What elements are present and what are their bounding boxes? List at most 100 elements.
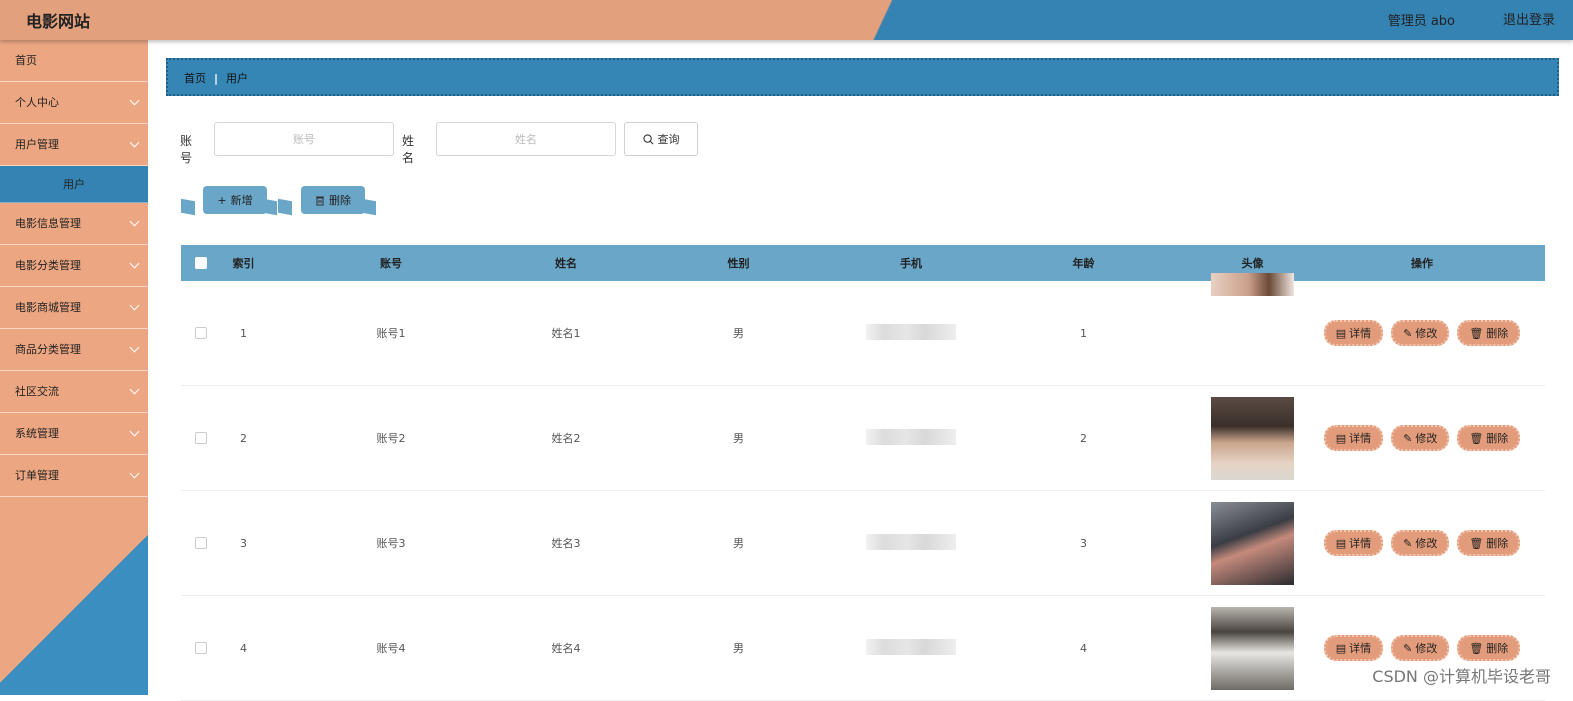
document-icon: ▤: [1336, 537, 1346, 550]
name-search-input[interactable]: [436, 122, 616, 156]
document-icon: ▤: [1336, 642, 1346, 655]
detail-button[interactable]: ▤详情: [1324, 635, 1383, 661]
delete-button-label: 删除: [1486, 640, 1508, 656]
cell-index: 2: [221, 432, 266, 445]
phone-redacted: [866, 324, 956, 340]
pencil-icon: ✎: [1403, 432, 1412, 445]
cell-account: 账号1: [266, 325, 516, 341]
sidebar-item-home[interactable]: 首页: [0, 40, 148, 82]
batch-delete-button[interactable]: 删除: [278, 186, 376, 214]
chevron-up-icon: [130, 138, 140, 148]
select-all-checkbox[interactable]: [195, 257, 207, 269]
chevron-down-icon: [130, 259, 140, 269]
chevron-down-icon: [130, 217, 140, 227]
cell-age: 4: [961, 642, 1206, 655]
add-button[interactable]: + 新增: [181, 186, 277, 214]
column-header: 头像: [1206, 255, 1299, 271]
avatar-image: [1211, 502, 1294, 585]
breadcrumb: 首页|用户: [166, 58, 1559, 96]
sidebar-item-community[interactable]: 社区交流: [0, 371, 148, 413]
cell-gender: 男: [616, 430, 861, 446]
sidebar-item-movie-mall[interactable]: 电影商城管理: [0, 287, 148, 329]
sidebar-item-label: 商品分类管理: [15, 343, 81, 356]
detail-button-label: 详情: [1349, 325, 1371, 341]
sidebar-subitem-user[interactable]: 用户: [0, 166, 148, 203]
logout-button[interactable]: 退出登录: [1503, 9, 1555, 28]
sidebar-item-orders[interactable]: 订单管理: [0, 455, 148, 497]
chevron-down-icon: [130, 301, 140, 311]
cell-name: 姓名3: [516, 535, 616, 551]
column-header: 性别: [616, 255, 861, 271]
cell-name: 姓名4: [516, 640, 616, 656]
table-row: 1 账号1 姓名1 男 1 ▤详情 ✎修改 🗑删除: [181, 281, 1545, 386]
row-checkbox[interactable]: [195, 327, 207, 339]
cell-account: 账号3: [266, 535, 516, 551]
sidebar-item-goods-category[interactable]: 商品分类管理: [0, 329, 148, 371]
top-header: 电影网站 管理员 abo 退出登录: [0, 0, 1573, 40]
user-table: 索引 账号 姓名 性别 手机 年龄 头像 操作 1 账号1 姓名1 男 1 ▤详…: [181, 245, 1545, 701]
detail-button[interactable]: ▤详情: [1324, 425, 1383, 451]
table-row: 2 账号2 姓名2 男 2 ▤详情 ✎修改 🗑删除: [181, 386, 1545, 491]
sidebar-item-label: 个人中心: [15, 96, 59, 109]
trash-icon: 🗑: [1469, 537, 1483, 550]
detail-button-label: 详情: [1349, 535, 1371, 551]
edit-button[interactable]: ✎修改: [1391, 635, 1449, 661]
sidebar-item-movie-info[interactable]: 电影信息管理: [0, 203, 148, 245]
avatar-image: [1211, 397, 1294, 480]
phone-redacted: [866, 639, 956, 655]
sidebar-item-label: 社区交流: [15, 385, 59, 398]
account-label: 账号: [180, 132, 192, 166]
edit-button-label: 修改: [1415, 535, 1437, 551]
pencil-icon: ✎: [1403, 327, 1412, 340]
trash-icon: 🗑: [1469, 432, 1483, 445]
row-checkbox[interactable]: [195, 432, 207, 444]
row-checkbox[interactable]: [195, 642, 207, 654]
phone-redacted: [866, 534, 956, 550]
account-search-input[interactable]: [214, 122, 394, 156]
breadcrumb-separator: |: [214, 72, 218, 85]
avatar-image: [1211, 607, 1294, 690]
cell-age: 1: [961, 327, 1206, 340]
query-button[interactable]: 查询: [624, 122, 698, 156]
sidebar-item-personal-center[interactable]: 个人中心: [0, 82, 148, 124]
plus-icon: +: [217, 194, 226, 207]
detail-button[interactable]: ▤详情: [1324, 530, 1383, 556]
sidebar-item-label: 用户管理: [15, 138, 59, 151]
cell-name: 姓名1: [516, 325, 616, 341]
sidebar-item-label: 电影信息管理: [15, 217, 81, 230]
delete-button-label: 删除: [329, 192, 351, 208]
edit-button[interactable]: ✎修改: [1391, 425, 1449, 451]
delete-button[interactable]: 🗑删除: [1457, 530, 1520, 556]
cell-gender: 男: [616, 535, 861, 551]
sidebar-item-label: 用户: [63, 178, 85, 191]
edit-button[interactable]: ✎修改: [1391, 320, 1449, 346]
breadcrumb-home[interactable]: 首页: [184, 72, 206, 85]
chevron-down-icon: [130, 343, 140, 353]
sidebar-item-movie-category[interactable]: 电影分类管理: [0, 245, 148, 287]
sidebar-item-system[interactable]: 系统管理: [0, 413, 148, 455]
sidebar-item-user-management[interactable]: 用户管理: [0, 124, 148, 166]
delete-button[interactable]: 🗑删除: [1457, 425, 1520, 451]
chevron-down-icon: [130, 469, 140, 479]
query-button-label: 查询: [658, 131, 680, 147]
cell-index: 1: [221, 327, 266, 340]
cell-age: 2: [961, 432, 1206, 445]
row-checkbox[interactable]: [195, 537, 207, 549]
edit-button[interactable]: ✎修改: [1391, 530, 1449, 556]
column-header: 账号: [266, 255, 516, 271]
sidebar-item-label: 电影分类管理: [15, 259, 81, 272]
cell-name: 姓名2: [516, 430, 616, 446]
pencil-icon: ✎: [1403, 537, 1412, 550]
table-header: 索引 账号 姓名 性别 手机 年龄 头像 操作: [181, 245, 1545, 281]
column-header: 操作: [1299, 255, 1545, 271]
phone-redacted: [866, 429, 956, 445]
trash-icon: [315, 195, 325, 206]
document-icon: ▤: [1336, 432, 1346, 445]
name-label: 姓名: [402, 132, 414, 166]
chevron-down-icon: [130, 427, 140, 437]
detail-button[interactable]: ▤详情: [1324, 320, 1383, 346]
delete-button[interactable]: 🗑删除: [1457, 635, 1520, 661]
avatar-image: [1211, 273, 1294, 296]
delete-button[interactable]: 🗑删除: [1457, 320, 1520, 346]
document-icon: ▤: [1336, 327, 1346, 340]
